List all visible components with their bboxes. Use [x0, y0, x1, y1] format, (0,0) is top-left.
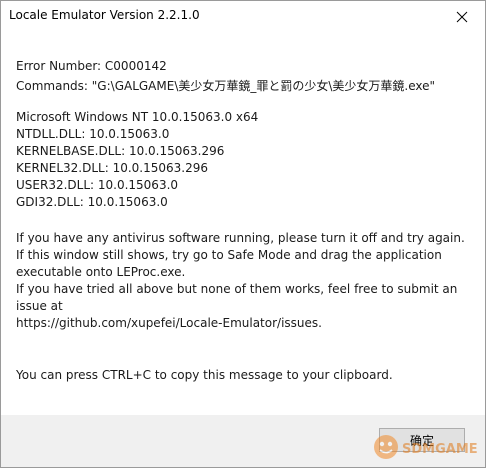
kernel32-version-text: KERNEL32.DLL: 10.0.15063.296 [16, 161, 209, 175]
close-icon [456, 11, 468, 22]
advice-text-4: If you have tried all above but none of … [16, 282, 458, 296]
advice-text-5: issue at [16, 299, 63, 313]
gdi32-version-text: GDI32.DLL: 10.0.15063.0 [16, 195, 168, 209]
os-version-text: Microsoft Windows NT 10.0.15063.0 x64 [16, 110, 259, 124]
advice-text-1: If you have any antivirus software runni… [16, 231, 465, 245]
window-title: Locale Emulator Version 2.2.1.0 [9, 8, 200, 22]
message-area: Error Number: C0000142 Commands: "G:\GAL… [1, 32, 485, 415]
ntdll-version-text: NTDLL.DLL: 10.0.15063.0 [16, 127, 170, 141]
error-dialog: Locale Emulator Version 2.2.1.0 Error Nu… [0, 0, 486, 468]
error-number-text: Error Number: C0000142 [16, 59, 167, 73]
advice-text-3: executable onto LEProc.exe. [16, 265, 186, 279]
clipboard-hint-text: You can press CTRL+C to copy this messag… [16, 368, 393, 382]
issue-url-text: https://github.com/xupefei/Locale-Emulat… [16, 316, 322, 330]
sdmgame-watermark: SDMGAME [374, 435, 478, 459]
watermark-text: SDMGAME [402, 442, 478, 457]
commands-text: Commands: "G:\GALGAME\美少女万華鏡_罪と罰の少女\美少女万… [16, 79, 436, 93]
close-button[interactable] [439, 1, 485, 32]
advice-text-2: If this window still shows, try go to Sa… [16, 248, 442, 262]
user32-version-text: USER32.DLL: 10.0.15063.0 [16, 178, 179, 192]
kernelbase-version-text: KERNELBASE.DLL: 10.0.15063.296 [16, 144, 225, 158]
title-bar[interactable]: Locale Emulator Version 2.2.1.0 [1, 1, 485, 32]
